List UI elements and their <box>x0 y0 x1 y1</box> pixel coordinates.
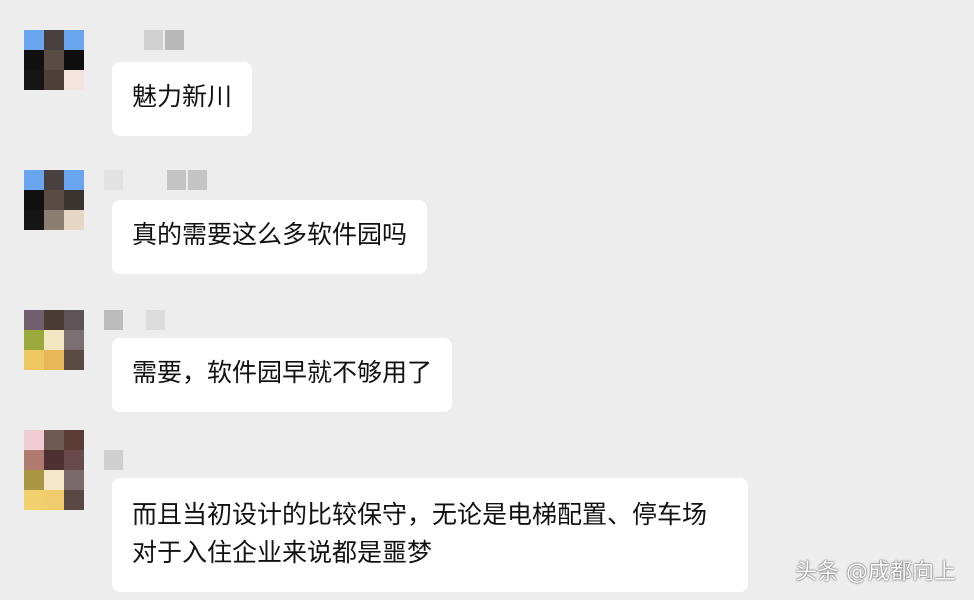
message-bubble[interactable]: 魅力新川 <box>112 62 253 136</box>
message-bubble[interactable]: 而且当初设计的比较保守，无论是电梯配置、停车场对于入住企业来说都是噩梦 <box>112 478 748 592</box>
avatar[interactable] <box>24 30 84 90</box>
message-bubble[interactable]: 需要，软件园早就不够用了 <box>112 338 453 412</box>
sender-name-blurred <box>104 450 123 470</box>
sender-name-blurred <box>104 310 165 330</box>
message-text: 真的需要这么多软件园吗 <box>132 220 408 249</box>
avatar[interactable] <box>24 430 84 510</box>
sender-name-blurred <box>104 170 207 190</box>
watermark: 头条 @成都向上 <box>795 560 956 585</box>
message-text: 需要，软件园早就不够用了 <box>132 358 433 387</box>
message-text: 而且当初设计的比较保守，无论是电梯配置、停车场对于入住企业来说都是噩梦 <box>132 500 708 567</box>
message-text: 魅力新川 <box>132 82 233 111</box>
message-bubble[interactable]: 真的需要这么多软件园吗 <box>112 200 428 274</box>
avatar[interactable] <box>24 170 84 230</box>
avatar[interactable] <box>24 310 84 370</box>
sender-name-blurred <box>144 30 184 50</box>
